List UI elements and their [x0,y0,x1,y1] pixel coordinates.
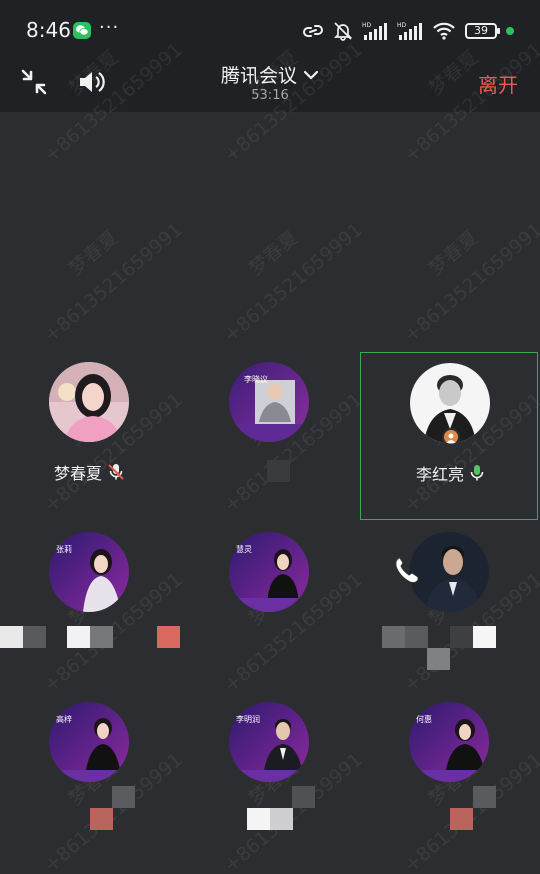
meeting-top-bar: 腾讯会议 53:16 离开 [0,60,540,112]
poster-label: 张莉 [56,545,72,554]
participant-tile[interactable]: 慧灵 [180,522,358,690]
svg-text:HD: HD [397,22,407,29]
watermark-text: 梦春夏 [244,226,303,280]
participant-name-row: 李红亮 [361,461,539,485]
mic-muted-icon [108,464,124,480]
signal-hd-2-icon: HD [397,22,422,40]
status-icons: HD HD 39 [302,20,514,42]
mute-bell-icon [333,22,353,41]
participant-name: 梦春夏 [53,464,102,483]
participant-tile[interactable]: 张莉 [0,522,178,690]
chevron-down-icon [303,70,319,79]
participant-name-row: 梦春夏 [0,460,178,484]
watermark-text: +8613521659991 [40,218,187,347]
poster-label: 李晓议 [244,375,268,384]
watermark-text: +8613521659991 [400,218,540,347]
meeting-title-text: 腾讯会议 [220,65,297,87]
participant-tile[interactable]: 李明润 [180,692,358,860]
status-bar: 8:46 ··· HD HD 39 [0,0,540,60]
avatar [409,532,489,612]
status-time: 8:46 [26,18,71,42]
participant-tile[interactable]: 李晓议 [180,352,358,520]
meeting-screen: 8:46 ··· HD HD 39 腾讯会议 53:16 离开 +8613521… [0,0,540,874]
meeting-title[interactable]: 腾讯会议 [221,61,319,88]
watermark-text: +8613521659991 [220,218,367,347]
poster-label: 李明润 [236,715,260,724]
host-badge-icon [442,428,460,446]
svg-text:HD: HD [362,22,372,29]
watermark-text: 梦春夏 [64,226,123,280]
poster-label: 何惠 [416,715,432,724]
avatar [229,362,309,442]
wifi-icon [433,22,455,40]
signal-hd-icon: HD [362,22,387,40]
avatar [49,362,129,442]
participant-tile[interactable]: 高梓 [0,692,178,860]
meeting-title-area[interactable]: 腾讯会议 [0,60,540,88]
battery-indicator: 39 [465,23,500,39]
link-icon [303,25,323,37]
participant-tile[interactable]: 梦春夏 [0,352,178,520]
more-notifications-icon: ··· [99,17,120,38]
participant-tile-active-speaker[interactable]: 李红亮 [360,352,538,520]
leave-button[interactable]: 离开 [478,69,518,98]
wechat-icon [73,22,91,39]
phone-icon [393,555,421,589]
mic-on-icon [470,465,484,481]
meeting-timer: 53:16 [251,88,289,103]
privacy-dot [506,27,514,35]
participant-name: 李红亮 [415,465,464,484]
watermark-text: 梦春夏 [424,226,483,280]
poster-label: 高梓 [56,715,72,724]
participant-tile[interactable]: 何惠 [360,692,538,860]
poster-label: 慧灵 [236,545,252,554]
